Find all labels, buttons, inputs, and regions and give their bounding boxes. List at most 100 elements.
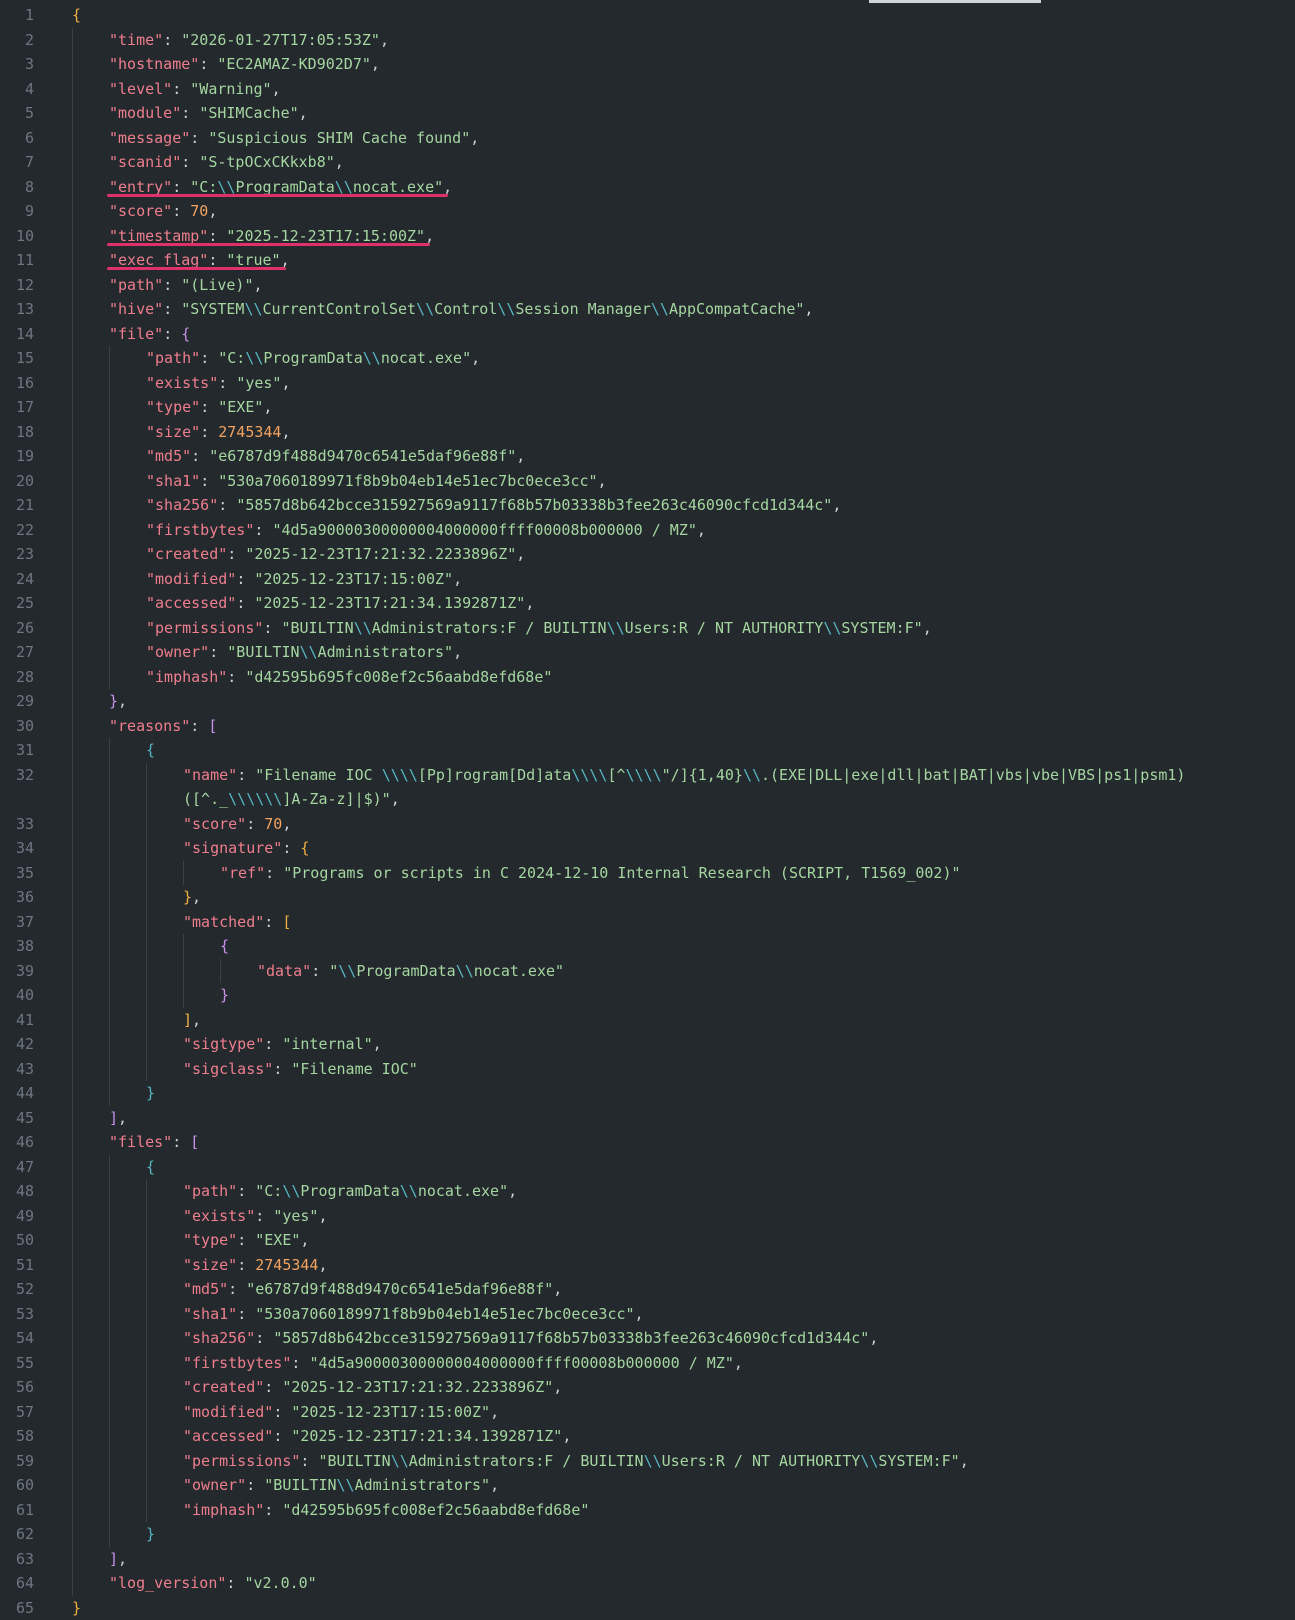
code-token: \\\\ (382, 766, 418, 784)
code-token: \\ (337, 1476, 355, 1494)
line-number: 24 (0, 567, 34, 592)
indent-guide (72, 346, 73, 371)
code-token: "name" (183, 766, 237, 784)
code-token: } (72, 1599, 81, 1617)
code-content: "firstbytes": "4d5a90000300000004000000f… (183, 1351, 743, 1376)
indent-guide (109, 567, 110, 592)
line-number: 65 (0, 1596, 34, 1620)
indent-guide (72, 1375, 73, 1400)
code-token: \\ (300, 643, 318, 661)
indent-guide (109, 1375, 110, 1400)
indent-guide (72, 1424, 73, 1449)
code-token: "EC2AMAZ-KD902D7" (217, 55, 371, 73)
code-line: 37"matched": [ (0, 910, 1295, 935)
code-token: nocat.exe" (353, 178, 443, 196)
code-token: , (553, 1378, 562, 1396)
indent-guide (109, 665, 110, 690)
indent-guide (109, 444, 110, 469)
code-token: "message" (109, 129, 190, 147)
code-content: { (146, 1155, 155, 1180)
indent-guide (72, 885, 73, 910)
indent-guide (72, 934, 73, 959)
code-token: ] (183, 1011, 192, 1029)
code-token: _ (219, 790, 228, 808)
code-token: "2025-12-23T17:21:34.1392871Z" (254, 594, 525, 612)
json-code-editor[interactable]: 1{2"time": "2026-01-27T17:05:53Z",3"host… (0, 3, 1295, 1613)
code-token: \\ (335, 178, 353, 196)
code-token: "md5" (146, 447, 191, 465)
code-token: : (237, 766, 255, 784)
line-number: 23 (0, 542, 34, 567)
line-number: 59 (0, 1449, 34, 1474)
code-line: 49"exists": "yes", (0, 1204, 1295, 1229)
code-content: "matched": [ (183, 910, 291, 935)
code-token: [ (282, 913, 291, 931)
code-token: : (273, 1427, 291, 1445)
code-token: \\\\ (571, 766, 607, 784)
code-content: "type": "EXE", (183, 1228, 309, 1253)
code-token: SYSTEM:F" (878, 1452, 959, 1470)
code-line: 41], (0, 1008, 1295, 1033)
code-token: "hive" (109, 300, 163, 318)
code-token: nocat.exe" (418, 1182, 508, 1200)
code-content: "sha256": "5857d8b642bcce315927569a9117f… (183, 1326, 878, 1351)
code-token: Administrators:F / BUILTIN (372, 619, 607, 637)
code-token: } (109, 692, 118, 710)
code-token: "signature" (183, 839, 282, 857)
indent-guide (109, 861, 110, 886)
indent-guide (109, 371, 110, 396)
code-token: , (425, 227, 434, 245)
code-token: \\ (400, 1182, 418, 1200)
code-token: , (254, 276, 263, 294)
indent-guide (72, 1228, 73, 1253)
indent-guide (72, 983, 73, 1008)
code-token: "Suspicious SHIM Cache found" (208, 129, 470, 147)
code-token: ProgramData (356, 962, 455, 980)
code-token: \\ (416, 300, 434, 318)
indent-guide (146, 1302, 147, 1327)
line-number: 51 (0, 1253, 34, 1278)
indent-guide (109, 836, 110, 861)
line-number: 8 (0, 175, 34, 200)
line-number: 49 (0, 1204, 34, 1229)
indent-guide (146, 1179, 147, 1204)
indent-guide (72, 1081, 73, 1106)
code-token: "/]{1,40} (662, 766, 743, 784)
code-content: "path": "C:\\ProgramData\\nocat.exe", (146, 346, 480, 371)
code-token: "C: (255, 1182, 282, 1200)
code-token: , (380, 31, 389, 49)
code-line: 53"sha1": "530a7060189971f8b9b04eb14e51e… (0, 1302, 1295, 1327)
code-line: 9"score": 70, (0, 199, 1295, 224)
code-token: AppCompatCache" (669, 300, 804, 318)
indent-guide (146, 836, 147, 861)
indent-guide (72, 1008, 73, 1033)
code-content: "md5": "e6787d9f488d9470c6541e5daf96e88f… (146, 444, 525, 469)
code-content: "sha256": "5857d8b642bcce315927569a9117f… (146, 493, 841, 518)
indent-guide (72, 518, 73, 543)
indent-guide (109, 1424, 110, 1449)
indent-guide (109, 542, 110, 567)
code-line: 18"size": 2745344, (0, 420, 1295, 445)
code-line: 42"sigtype": "internal", (0, 1032, 1295, 1057)
line-number: 27 (0, 640, 34, 665)
code-token: , (282, 815, 291, 833)
code-token: "accessed" (146, 594, 236, 612)
code-token: "size" (183, 1256, 237, 1274)
code-line: 44} (0, 1081, 1295, 1106)
code-token: "internal" (282, 1035, 372, 1053)
code-token: { (181, 325, 190, 343)
indent-guide (72, 1547, 73, 1572)
code-line: 51"size": 2745344, (0, 1253, 1295, 1278)
code-line: 50"type": "EXE", (0, 1228, 1295, 1253)
line-number: 31 (0, 738, 34, 763)
code-token: "log_version" (109, 1574, 226, 1592)
code-line: 28"imphash": "d42595b695fc008ef2c56aabd8… (0, 665, 1295, 690)
code-token: : (282, 839, 300, 857)
code-token: "created" (183, 1378, 264, 1396)
code-token: "sigtype" (183, 1035, 264, 1053)
code-token: "d42595b695fc008ef2c56aabd8efd68e" (245, 668, 552, 686)
code-line: 60"owner": "BUILTIN\\Administrators", (0, 1473, 1295, 1498)
code-token: "accessed" (183, 1427, 273, 1445)
indent-guide (72, 1155, 73, 1180)
code-token: : (263, 619, 281, 637)
